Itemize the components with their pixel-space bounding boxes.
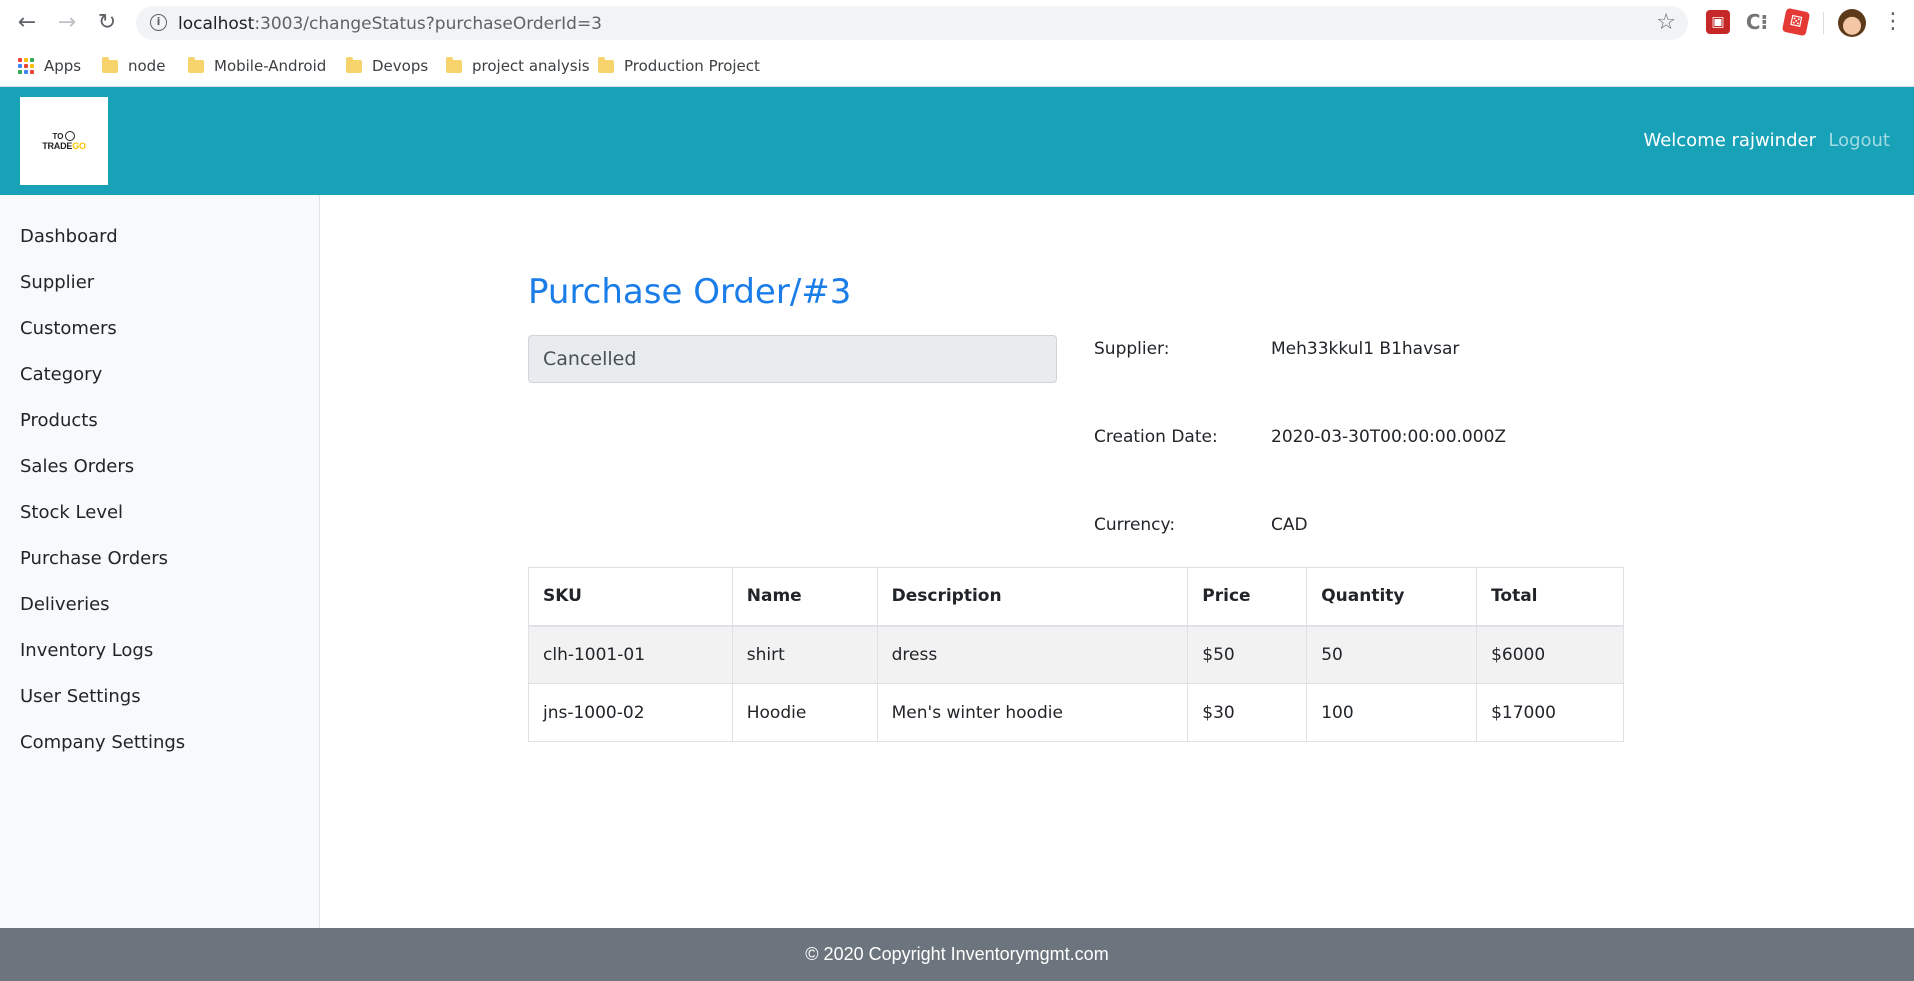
cell-price: $30	[1187, 683, 1308, 742]
bookmark-label: Production Project	[624, 57, 760, 75]
currency-label: Currency:	[1094, 515, 1176, 535]
bookmark-mobile-android[interactable]: Mobile-Android	[188, 53, 326, 79]
logo-text-go: GO	[72, 141, 86, 151]
status-field[interactable]: Cancelled	[528, 335, 1057, 383]
extension-red-icon[interactable]: ▣	[1706, 10, 1730, 34]
welcome-text: Welcome rajwinder	[1643, 130, 1816, 151]
sidebar-item-customers[interactable]: Customers	[20, 318, 117, 339]
logo-text: TRADEGO	[42, 141, 86, 151]
bookmark-label: node	[128, 57, 166, 75]
sidebar-item-inventory-logs[interactable]: Inventory Logs	[20, 640, 153, 661]
currency-value: CAD	[1271, 515, 1308, 535]
order-items-table: SKU Name Description Price Quantity Tota…	[528, 567, 1624, 742]
column-header-name: Name	[731, 567, 878, 627]
cell-description: Men's winter hoodie	[876, 683, 1189, 742]
apps-grid-icon	[18, 58, 34, 74]
logo-circle-icon	[65, 131, 76, 141]
folder-icon	[346, 56, 362, 73]
folder-icon	[598, 56, 614, 73]
site-info-icon[interactable]: i	[150, 14, 167, 31]
bookmark-project-analysis[interactable]: project analysis	[446, 53, 590, 79]
cell-quantity: 50	[1306, 625, 1478, 684]
logo[interactable]: TO TRADEGO	[20, 97, 108, 185]
column-header-quantity: Quantity	[1306, 567, 1478, 627]
url-path: :3003/changeStatus?purchaseOrderId=3	[254, 14, 602, 34]
cell-total: $6000	[1476, 625, 1624, 684]
toolbar-divider	[1823, 12, 1824, 34]
cell-total: $17000	[1476, 683, 1624, 742]
folder-icon	[446, 56, 462, 73]
supplier-value: Meh33kkul1 B1havsar	[1271, 339, 1460, 359]
footer: © 2020 Copyright Inventorymgmt.com	[0, 928, 1914, 981]
sidebar: Dashboard Supplier Customers Category Pr…	[0, 195, 320, 928]
bookmark-production-project[interactable]: Production Project	[598, 53, 760, 79]
logo-mark: TO	[53, 131, 76, 141]
column-header-sku: SKU	[528, 567, 733, 627]
bookmark-label: Apps	[44, 57, 82, 75]
column-header-price: Price	[1187, 567, 1308, 627]
sidebar-item-dashboard[interactable]: Dashboard	[20, 226, 118, 247]
creation-date-label: Creation Date:	[1094, 427, 1218, 447]
bookmark-star-icon[interactable]: ☆	[1656, 10, 1676, 35]
logout-link[interactable]: Logout	[1828, 130, 1890, 151]
sidebar-item-category[interactable]: Category	[20, 364, 102, 385]
table-row: jns-1000-02 Hoodie Men's winter hoodie $…	[528, 683, 1624, 742]
creation-date-value: 2020-03-30T00:00:00.000Z	[1271, 427, 1507, 447]
cell-sku: jns-1000-02	[528, 683, 733, 742]
sidebar-item-stock-level[interactable]: Stock Level	[20, 502, 123, 523]
address-bar[interactable]: i localhost:3003/changeStatus?purchaseOr…	[136, 6, 1688, 40]
profile-avatar[interactable]	[1838, 9, 1866, 37]
forward-icon[interactable]: →	[54, 10, 80, 36]
column-header-total: Total	[1476, 567, 1624, 627]
sidebar-item-purchase-orders[interactable]: Purchase Orders	[20, 548, 168, 569]
app-header: TO TRADEGO Welcome rajwinder Logout	[0, 87, 1914, 195]
extension-c-icon[interactable]: C⁝	[1745, 10, 1769, 34]
folder-icon	[188, 56, 204, 73]
browser-toolbar: ← → ↻ i localhost:3003/changeStatus?purc…	[0, 0, 1914, 45]
bookmark-apps[interactable]: Apps	[18, 53, 81, 79]
logo-text-trade: TRADE	[42, 141, 73, 151]
cell-description: dress	[876, 625, 1189, 684]
cell-price: $50	[1187, 625, 1308, 684]
cell-quantity: 100	[1306, 683, 1478, 742]
folder-icon	[102, 56, 118, 73]
browser-menu-icon[interactable]: ⋮	[1882, 10, 1904, 34]
bookmark-devops[interactable]: Devops	[346, 53, 428, 79]
sidebar-item-user-settings[interactable]: User Settings	[20, 686, 141, 707]
footer-copyright: © 2020 Copyright Inventorymgmt.com	[805, 944, 1109, 964]
reload-icon[interactable]: ↻	[94, 10, 120, 36]
page-title: Purchase Order/#3	[528, 272, 852, 312]
back-icon[interactable]: ←	[14, 10, 40, 36]
column-header-description: Description	[876, 567, 1189, 627]
cell-sku: clh-1001-01	[528, 625, 733, 684]
bookmark-node[interactable]: node	[102, 53, 165, 79]
table-header-row: SKU Name Description Price Quantity Tota…	[528, 567, 1624, 627]
bookmarks-bar: Apps node Mobile-Android Devops project …	[0, 45, 1914, 87]
supplier-label: Supplier:	[1094, 339, 1170, 359]
sidebar-item-deliveries[interactable]: Deliveries	[20, 594, 110, 615]
bookmark-label: Devops	[372, 57, 429, 75]
logo-top-text: TO	[52, 131, 64, 141]
cell-name: shirt	[731, 625, 878, 684]
sidebar-item-products[interactable]: Products	[20, 410, 98, 431]
url-host: localhost	[178, 14, 255, 34]
cell-name: Hoodie	[731, 683, 878, 742]
sidebar-item-company-settings[interactable]: Company Settings	[20, 732, 185, 753]
url-text[interactable]: localhost:3003/changeStatus?purchaseOrde…	[178, 14, 602, 34]
table-row: clh-1001-01 shirt dress $50 50 $6000	[528, 625, 1624, 684]
sidebar-item-supplier[interactable]: Supplier	[20, 272, 94, 293]
bookmark-label: Mobile-Android	[214, 57, 327, 75]
sidebar-item-sales-orders[interactable]: Sales Orders	[20, 456, 134, 477]
bookmark-label: project analysis	[472, 57, 590, 75]
extension-dice-icon[interactable]: ⚄	[1781, 7, 1811, 37]
